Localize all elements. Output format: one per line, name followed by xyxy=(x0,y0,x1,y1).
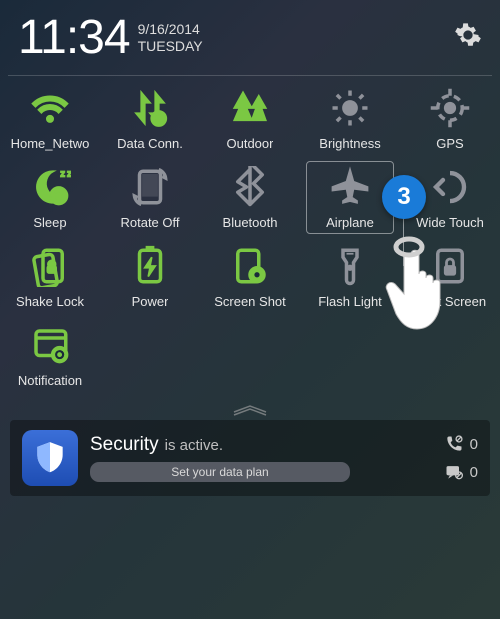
lockscreen-icon xyxy=(429,245,471,287)
toggle-outdoor[interactable]: Outdoor xyxy=(200,86,300,151)
toggle-label: Brightness xyxy=(319,136,380,151)
phone-blocked-icon xyxy=(444,434,464,454)
shakelock-icon xyxy=(29,245,71,287)
callout-line xyxy=(403,218,404,266)
missed-messages[interactable]: 0 xyxy=(444,462,478,482)
bluetooth-icon xyxy=(229,166,271,208)
toggle-bluetooth[interactable]: Bluetooth xyxy=(200,165,300,230)
toggle-notification[interactable]: Notification xyxy=(0,323,100,388)
toggle-label: Sleep xyxy=(33,215,66,230)
callout-badge: 3 xyxy=(382,175,426,219)
toggle-label: Home_Netwo xyxy=(11,136,90,151)
toggle-label: Rotate Off xyxy=(120,215,179,230)
notification-title: Security is active. xyxy=(90,434,444,456)
toggle-label: Lock Screen xyxy=(414,294,486,309)
toggle-label: Airplane xyxy=(326,215,374,230)
toggle-label: Wide Touch xyxy=(416,215,484,230)
toggle-sleep[interactable]: Sleep xyxy=(0,165,100,230)
set-data-plan-button[interactable]: Set your data plan xyxy=(90,462,350,482)
toggle-label: Screen Shot xyxy=(214,294,286,309)
notification-icon xyxy=(29,324,71,366)
settings-button[interactable] xyxy=(454,21,482,54)
toggle-label: GPS xyxy=(436,136,463,151)
toggle-label: Shake Lock xyxy=(16,294,84,309)
clock-time: 11:34 xyxy=(18,10,130,65)
data-icon xyxy=(129,87,171,129)
toggle-label: Outdoor xyxy=(227,136,274,151)
sleep-icon xyxy=(29,166,71,208)
toggle-lockscreen[interactable]: Lock Screen xyxy=(400,244,500,309)
toggle-label: Notification xyxy=(18,373,82,388)
airplane-icon xyxy=(329,166,371,208)
gps-icon xyxy=(429,87,471,129)
toggle-gps[interactable]: GPS xyxy=(400,86,500,151)
toggle-power[interactable]: Power xyxy=(100,244,200,309)
toggle-wifi[interactable]: Home_Netwo xyxy=(0,86,100,151)
power-icon xyxy=(129,245,171,287)
toggle-label: Flash Light xyxy=(318,294,382,309)
drag-handle[interactable] xyxy=(0,402,500,416)
wifi-icon xyxy=(29,87,71,129)
toggle-brightness[interactable]: Brightness xyxy=(300,86,400,151)
notification-card[interactable]: Security is active. Set your data plan 0… xyxy=(10,420,490,496)
toggle-rotate[interactable]: Rotate Off xyxy=(100,165,200,230)
toggle-flashlight[interactable]: Flash Light xyxy=(300,244,400,309)
date: 9/16/2014 xyxy=(138,21,203,37)
gear-icon xyxy=(454,21,482,49)
toggle-label: Data Conn. xyxy=(117,136,183,151)
toggle-label: Bluetooth xyxy=(223,215,278,230)
chevron-handle-icon xyxy=(230,402,270,416)
brightness-icon xyxy=(329,87,371,129)
widetouch-icon xyxy=(429,166,471,208)
missed-calls[interactable]: 0 xyxy=(444,434,478,454)
toggle-screenshot[interactable]: Screen Shot xyxy=(200,244,300,309)
outdoor-icon xyxy=(229,87,271,129)
screenshot-icon xyxy=(229,245,271,287)
toggle-label: Power xyxy=(132,294,169,309)
security-app-icon xyxy=(22,430,78,486)
shield-icon xyxy=(31,439,69,477)
quick-settings-grid: Home_Netwo Data Conn. Outdoor Brightness GPS… xyxy=(0,76,500,394)
status-bar: 11:34 9/16/2014 TUESDAY xyxy=(0,0,500,75)
message-blocked-icon xyxy=(444,462,464,482)
weekday: TUESDAY xyxy=(138,38,203,54)
flashlight-icon xyxy=(329,245,371,287)
toggle-data[interactable]: Data Conn. xyxy=(100,86,200,151)
rotate-icon xyxy=(129,166,171,208)
toggle-shakelock[interactable]: Shake Lock xyxy=(0,244,100,309)
